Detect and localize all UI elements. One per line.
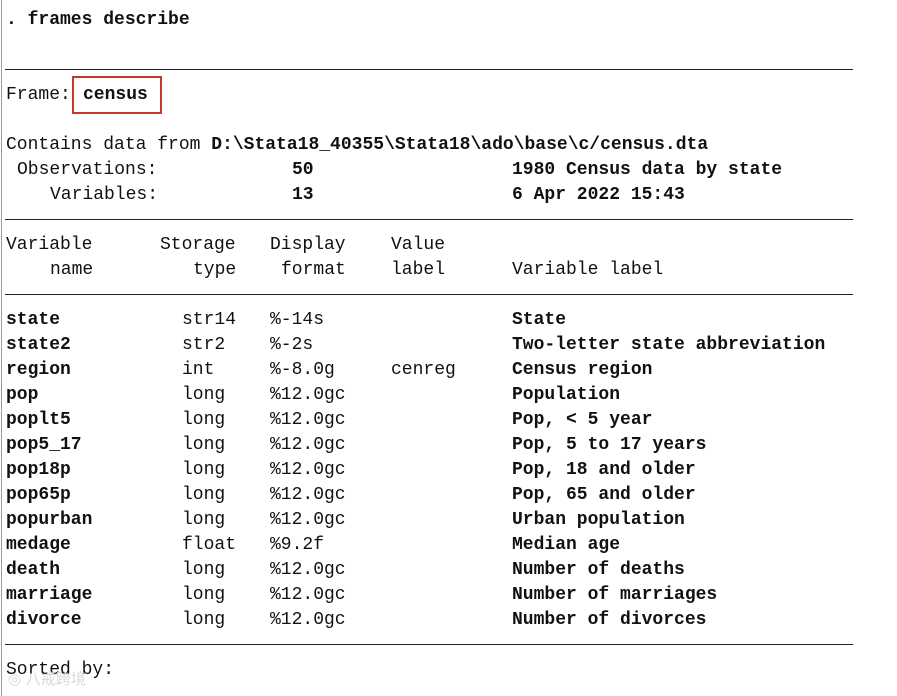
variable-name: state (6, 310, 61, 330)
variable-name: pop (6, 385, 39, 405)
variable-name: region (6, 360, 71, 380)
display-format: %12.0gc (270, 610, 346, 630)
header-value-label: label (391, 260, 446, 280)
storage-type: long (182, 435, 226, 455)
contains-prefix: Contains data from (6, 135, 212, 155)
variable-name: pop5_17 (6, 435, 82, 455)
storage-type: long (182, 460, 226, 480)
watermark-logo: ◎ 八戒跨境 (8, 670, 86, 688)
variable-label: Number of deaths (512, 560, 685, 580)
variable-label: Two-letter state abbreviation (512, 335, 826, 355)
storage-type: long (182, 385, 226, 405)
storage-type: long (182, 485, 226, 505)
divider-bottom (5, 644, 853, 645)
variable-name: popurban (6, 510, 93, 530)
variable-name: state2 (6, 335, 71, 355)
header-variable-name: name (50, 260, 94, 280)
contains-data: Contains data from D:\Stata18_40355\Stat… (6, 134, 708, 156)
header-display: Display (270, 235, 346, 255)
header-display-format: format (281, 260, 346, 280)
storage-type: float (182, 535, 237, 555)
value-label: cenreg (391, 360, 456, 380)
variable-label: Pop, < 5 year (512, 410, 653, 430)
variable-label: Urban population (512, 510, 685, 530)
divider-top (5, 69, 853, 70)
watermark-text: 八戒跨境 (25, 670, 86, 688)
display-format: %12.0gc (270, 460, 346, 480)
display-format: %12.0gc (270, 435, 346, 455)
frame-name-highlight (72, 76, 162, 114)
command-line: . frames describe (6, 10, 190, 30)
storage-type: long (182, 585, 226, 605)
observations-value: 50 (292, 160, 314, 180)
divider-header-top (5, 219, 853, 220)
display-format: %12.0gc (270, 410, 346, 430)
header-variable-label: Variable label (512, 260, 664, 280)
variable-name: marriage (6, 585, 93, 605)
display-format: %-8.0g (270, 360, 335, 380)
variable-label: Median age (512, 535, 621, 555)
dataset-label: 1980 Census data by state (512, 160, 783, 180)
results-window-edge (1, 0, 2, 696)
variable-label: Pop, 18 and older (512, 460, 696, 480)
header-value: Value (391, 235, 446, 255)
dataset-timestamp: 6 Apr 2022 15:43 (512, 185, 685, 205)
display-format: %-14s (270, 310, 325, 330)
display-format: %-2s (270, 335, 314, 355)
display-format: %12.0gc (270, 560, 346, 580)
variable-label: State (512, 310, 567, 330)
header-variable: Variable (6, 235, 93, 255)
variable-label: Population (512, 385, 621, 405)
variable-label: Pop, 65 and older (512, 485, 696, 505)
variables-label: Variables: (50, 185, 159, 205)
header-storage: Storage (160, 235, 236, 255)
storage-type: str14 (182, 310, 237, 330)
display-format: %12.0gc (270, 385, 346, 405)
variable-label: Pop, 5 to 17 years (512, 435, 707, 455)
header-storage-type: type (193, 260, 237, 280)
dataset-path: D:\Stata18_40355\Stata18\ado\base\c/cens… (211, 135, 709, 155)
storage-type: long (182, 510, 226, 530)
variable-name: poplt5 (6, 410, 71, 430)
display-format: %12.0gc (270, 510, 346, 530)
display-format: %12.0gc (270, 585, 346, 605)
variable-name: pop65p (6, 485, 71, 505)
frame-label: Frame: (6, 85, 71, 105)
variable-name: divorce (6, 610, 82, 630)
variable-name: death (6, 560, 61, 580)
display-format: %9.2f (270, 535, 325, 555)
storage-type: long (182, 410, 226, 430)
storage-type: str2 (182, 335, 226, 355)
storage-type: long (182, 560, 226, 580)
variable-name: pop18p (6, 460, 71, 480)
divider-header-bottom (5, 294, 853, 295)
variable-name: medage (6, 535, 71, 555)
variables-value: 13 (292, 185, 314, 205)
display-format: %12.0gc (270, 485, 346, 505)
variable-label: Number of marriages (512, 585, 718, 605)
storage-type: long (182, 610, 226, 630)
observations-label: Observations: (17, 160, 158, 180)
variable-label: Census region (512, 360, 653, 380)
storage-type: int (182, 360, 215, 380)
variable-label: Number of divorces (512, 610, 707, 630)
